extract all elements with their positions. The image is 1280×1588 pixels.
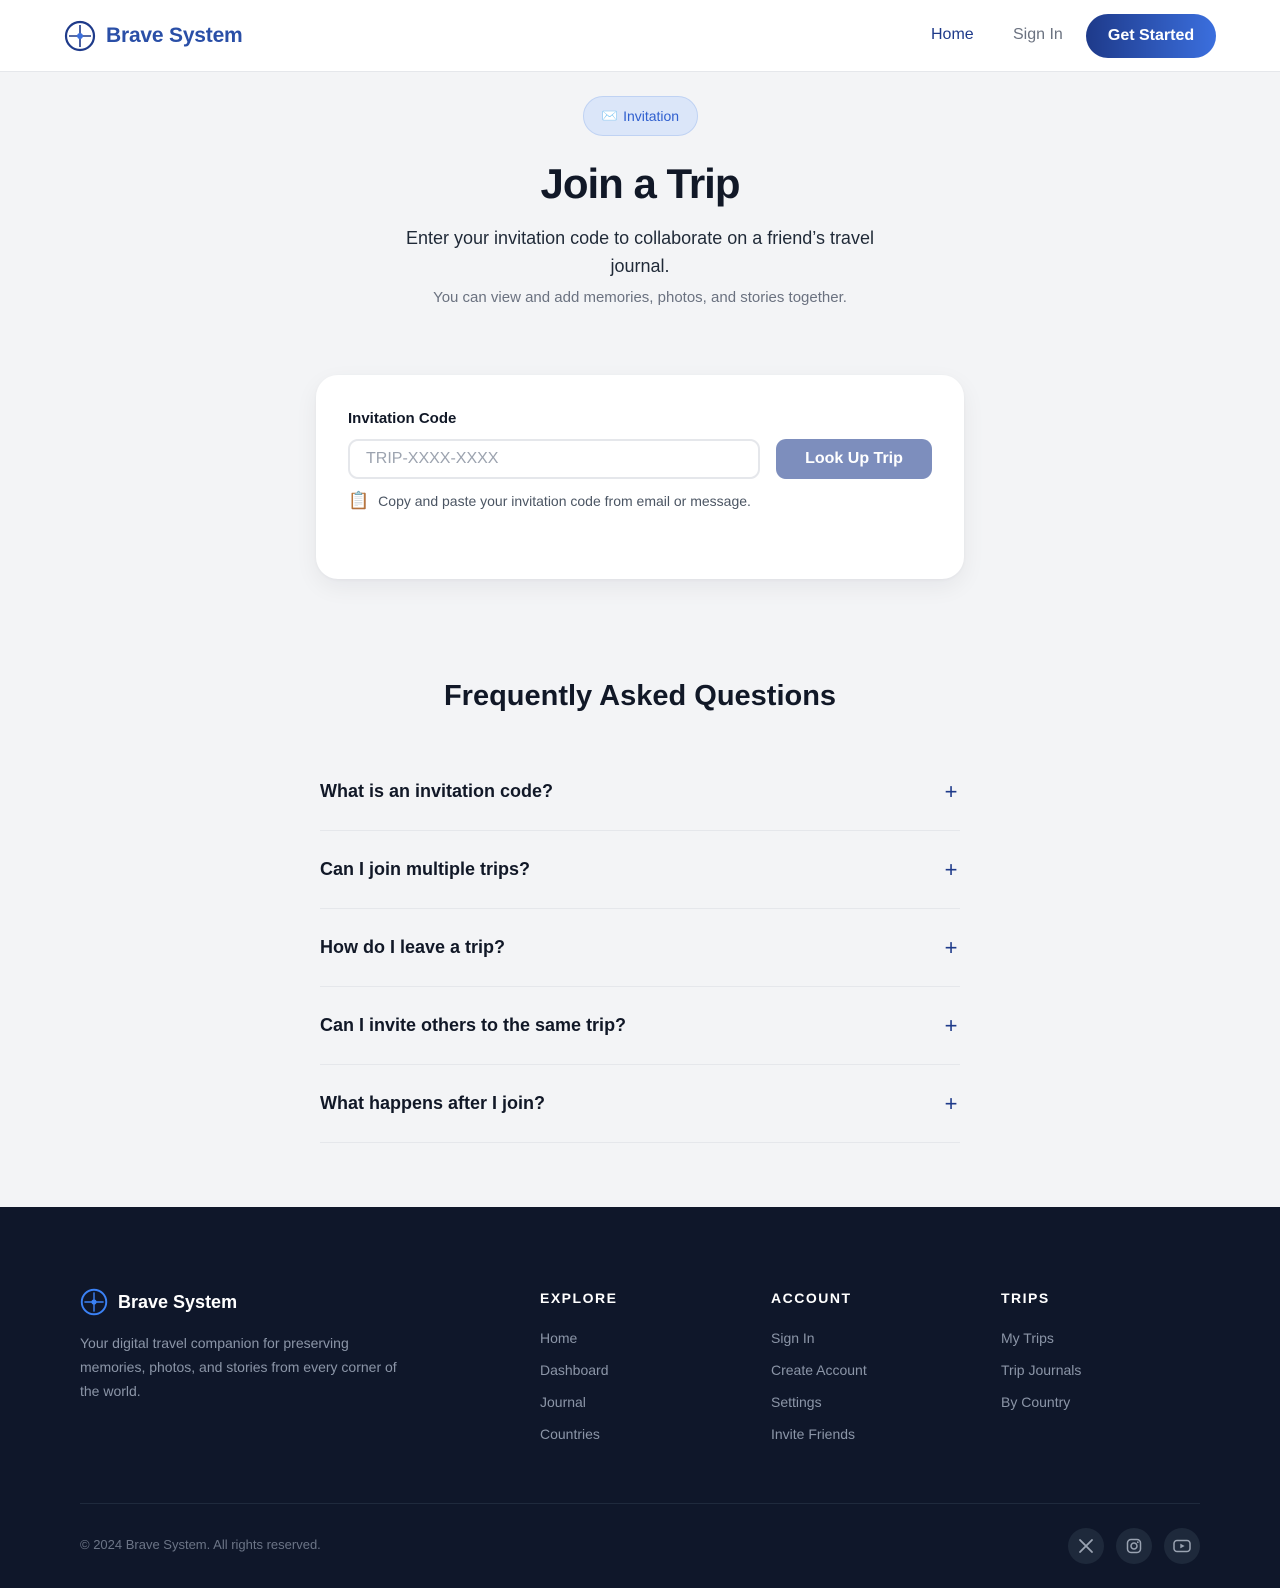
faq-item[interactable]: Can I join multiple trips? + (320, 831, 960, 909)
page-subtitle: Enter your invitation code to collaborat… (406, 228, 874, 276)
footer-link-create-account[interactable]: Create Account (771, 1362, 867, 1394)
faq-item[interactable]: What happens after I join? + (320, 1065, 960, 1143)
instagram-icon (1126, 1538, 1142, 1554)
faq-list: What is an invitation code? + Can I join… (320, 753, 960, 1143)
nav-signin-link[interactable]: Sign In (1013, 26, 1063, 44)
faq-title: Frequently Asked Questions (443, 680, 837, 712)
faq-question: Can I join multiple trips? (320, 859, 531, 879)
footer-link-home[interactable]: Home (540, 1330, 617, 1362)
x-icon (1079, 1539, 1093, 1553)
plus-icon[interactable]: + (942, 1092, 960, 1114)
clipboard-icon: 📋 (348, 491, 370, 510)
copyright: © 2024 Brave System. All rights reserved… (80, 1537, 321, 1552)
site-footer: Brave System Your digital travel compani… (0, 1207, 1280, 1588)
footer-link-dashboard[interactable]: Dashboard (540, 1362, 617, 1394)
social-youtube-link[interactable] (1164, 1528, 1200, 1564)
footer-column-title: ACCOUNT (771, 1290, 852, 1306)
get-started-button[interactable]: Get Started (1086, 14, 1216, 58)
footer-link-countries[interactable]: Countries (540, 1426, 617, 1458)
footer-column-title: EXPLORE (540, 1290, 618, 1306)
social-instagram-link[interactable] (1116, 1528, 1152, 1564)
faq-item[interactable]: What is an invitation code? + (320, 753, 960, 831)
footer-link-invite-friends[interactable]: Invite Friends (771, 1426, 867, 1458)
footer-link-by-country[interactable]: By Country (1001, 1394, 1081, 1426)
footer-column-title: TRIPS (1001, 1290, 1050, 1306)
footer-link-trip-journals[interactable]: Trip Journals (1001, 1362, 1081, 1394)
plus-icon[interactable]: + (942, 780, 960, 802)
brand-logo-link[interactable]: Brave System (64, 20, 243, 52)
page-note: You can view and add memories, photos, a… (433, 289, 847, 306)
youtube-icon (1173, 1539, 1191, 1553)
plus-icon[interactable]: + (942, 1014, 960, 1036)
footer-divider (80, 1503, 1200, 1504)
footer-column-explore: EXPLORE Home Dashboard Journal Countries (540, 1290, 617, 1458)
faq-item[interactable]: How do I leave a trip? + (320, 909, 960, 987)
compass-icon (80, 1288, 108, 1316)
site-header: Brave System Home Sign In Get Started (0, 0, 1280, 72)
footer-link-settings[interactable]: Settings (771, 1394, 867, 1426)
page-title: Join a Trip (540, 160, 740, 207)
faq-question: What is an invitation code? (320, 781, 554, 801)
plus-icon[interactable]: + (942, 936, 960, 958)
faq-question: How do I leave a trip? (320, 937, 506, 957)
footer-link-journal[interactable]: Journal (540, 1394, 617, 1426)
faq-question: What happens after I join? (320, 1093, 546, 1113)
faq-question: Can I invite others to the same trip? (320, 1015, 627, 1035)
footer-column-trips: TRIPS My Trips Trip Journals By Country (1001, 1290, 1081, 1426)
nav-home-link[interactable]: Home (931, 26, 974, 44)
look-up-trip-button[interactable]: Look Up Trip (776, 439, 932, 479)
faq-item[interactable]: Can I invite others to the same trip? + (320, 987, 960, 1065)
footer-link-sign-in[interactable]: Sign In (771, 1330, 867, 1362)
invitation-badge: ✉️ Invitation (583, 96, 698, 136)
plus-icon[interactable]: + (942, 858, 960, 880)
invitation-code-input[interactable] (348, 439, 760, 479)
paste-hint: 📋 Copy and paste your invitation code fr… (348, 491, 751, 511)
invitation-card: Invitation Code Look Up Trip 📋 Copy and … (316, 375, 964, 579)
invitation-code-label: Invitation Code (348, 410, 457, 427)
footer-column-account: ACCOUNT Sign In Create Account Settings … (771, 1290, 867, 1458)
footer-brand: Brave System (80, 1288, 237, 1316)
paste-hint-text: Copy and paste your invitation code from… (378, 493, 751, 509)
footer-description: Your digital travel companion for preser… (80, 1335, 397, 1399)
social-x-link[interactable] (1068, 1528, 1104, 1564)
brand-name: Brave System (106, 24, 243, 47)
compass-icon (64, 20, 96, 52)
footer-link-my-trips[interactable]: My Trips (1001, 1330, 1081, 1362)
envelope-icon: ✉️ (601, 108, 619, 123)
footer-brand-name: Brave System (118, 1291, 238, 1312)
badge-label: Invitation (623, 108, 680, 124)
